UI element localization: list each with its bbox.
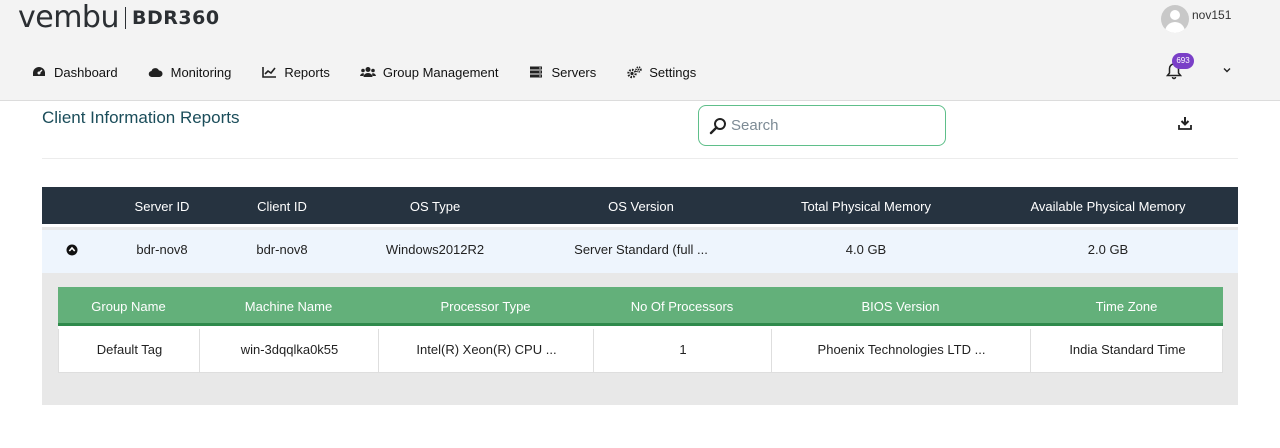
cell-client-id: bdr-nov8 [256, 242, 308, 257]
nav-label-group-management: Group Management [382, 64, 499, 80]
cell-server-id: bdr-nov8 [136, 242, 188, 257]
page-title: Client Information Reports [42, 108, 240, 127]
column-header-no-of-processors[interactable]: No Of Processors [593, 287, 771, 326]
column-header-os-type[interactable]: OS Type [375, 187, 495, 227]
cell-total-physical-memory: 4.0 GB [845, 242, 887, 257]
notification-badge: 693 [1172, 53, 1194, 69]
column-header-client-id[interactable]: Client ID [232, 187, 332, 227]
nav-label-reports: Reports [284, 64, 330, 80]
detail-table-row[interactable]: Default Tag win-3dqqlka0k55 Intel(R) Xeo… [58, 329, 1223, 373]
detail-table-header: Group Name Machine Name Processor Type N… [58, 287, 1223, 326]
collapse-row-icon[interactable] [66, 244, 78, 256]
dashboard-icon [31, 65, 47, 79]
logo-wordmark: vembu [18, 0, 120, 35]
nav-label-dashboard: Dashboard [54, 64, 118, 80]
divider [42, 158, 1238, 159]
column-header-available-physical-memory[interactable]: Available Physical Memory [1008, 187, 1208, 227]
search-icon [709, 117, 726, 134]
client-info-table: Server ID Client ID OS Type OS Version T… [42, 187, 1238, 405]
download-icon[interactable] [1178, 116, 1192, 130]
column-header-machine-name[interactable]: Machine Name [199, 287, 378, 326]
nav-item-servers[interactable]: Servers [528, 65, 596, 80]
user-menu[interactable]: nov151 [1161, 4, 1231, 34]
cell-processor-type: Intel(R) Xeon(R) CPU ... [416, 342, 557, 357]
users-icon [359, 65, 376, 79]
server-icon [528, 65, 544, 79]
column-header-processor-type[interactable]: Processor Type [378, 287, 593, 326]
column-header-time-zone[interactable]: Time Zone [1030, 287, 1223, 326]
column-header-os-version[interactable]: OS Version [561, 187, 721, 227]
avatar[interactable] [1161, 5, 1189, 33]
nav-label-monitoring: Monitoring [170, 64, 232, 80]
nav-item-settings[interactable]: Settings [626, 65, 696, 80]
client-detail-table: Group Name Machine Name Processor Type N… [58, 287, 1223, 373]
column-header-server-id[interactable]: Server ID [112, 187, 212, 227]
nav-item-dashboard[interactable]: Dashboard [31, 65, 118, 80]
table-row[interactable]: bdr-nov8 bdr-nov8 Windows2012R2 Server S… [42, 230, 1238, 273]
nav-label-servers: Servers [551, 64, 597, 80]
username: nov151 [1192, 8, 1232, 22]
chevron-down-icon[interactable] [1221, 64, 1233, 76]
nav-item-monitoring[interactable]: Monitoring [148, 64, 232, 80]
search-input[interactable] [731, 117, 931, 134]
cell-bios-version: Phoenix Technologies LTD ... [817, 342, 986, 357]
logo-divider [125, 7, 126, 29]
brand-logo[interactable]: vembu BDR360 [18, 2, 220, 34]
top-header: vembu BDR360 nov151 Dashboard Monitoring [0, 0, 1280, 101]
nav-item-group-management[interactable]: Group Management [359, 64, 499, 80]
column-header-group-name[interactable]: Group Name [58, 287, 199, 326]
cell-group-name: Default Tag [96, 342, 163, 357]
nav-label-settings: Settings [649, 64, 697, 80]
search-box[interactable] [698, 105, 946, 146]
table-header: Server ID Client ID OS Type OS Version T… [42, 187, 1238, 227]
line-chart-icon [261, 65, 277, 79]
main-nav: Dashboard Monitoring Reports Group Manag… [31, 60, 726, 84]
cell-no-of-processors: 1 [679, 342, 687, 357]
cell-os-type: Windows2012R2 [385, 242, 485, 257]
cell-time-zone: India Standard Time [1069, 342, 1186, 357]
cell-machine-name: win-3dqqlka0k55 [240, 342, 339, 357]
nav-item-reports[interactable]: Reports [261, 65, 330, 80]
column-header-bios-version[interactable]: BIOS Version [771, 287, 1030, 326]
cell-os-version: Server Standard (full ... [574, 242, 708, 257]
column-header-total-physical-memory[interactable]: Total Physical Memory [776, 187, 956, 227]
product-name: BDR360 [132, 7, 220, 29]
cell-available-physical-memory: 2.0 GB [1087, 242, 1129, 257]
gears-icon [626, 65, 642, 79]
cloud-icon [148, 65, 164, 79]
